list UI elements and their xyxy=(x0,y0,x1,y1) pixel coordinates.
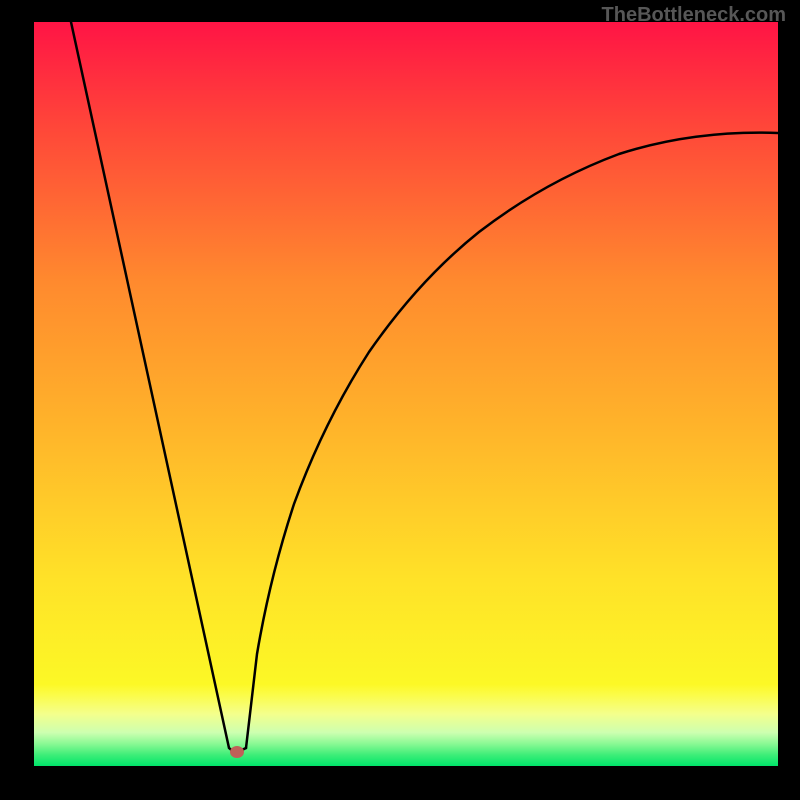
minimum-marker xyxy=(230,746,244,758)
gradient-background xyxy=(34,22,778,766)
plot-area xyxy=(34,22,778,766)
chart-svg xyxy=(34,22,778,766)
chart-frame: TheBottleneck.com xyxy=(0,0,800,800)
watermark-text: TheBottleneck.com xyxy=(602,4,786,27)
